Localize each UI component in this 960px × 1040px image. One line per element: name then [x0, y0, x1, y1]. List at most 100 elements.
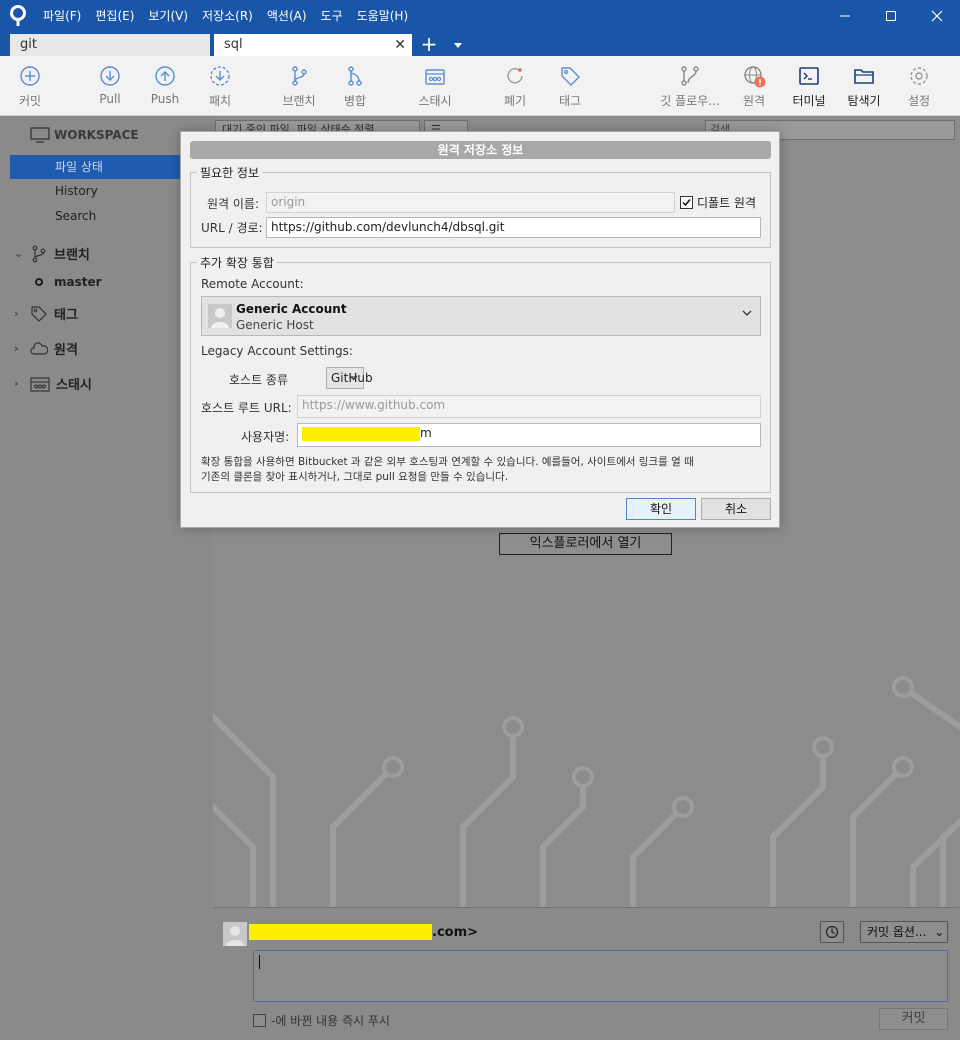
branch-icon	[292, 66, 307, 86]
tab-sql[interactable]: sql ✕	[214, 34, 412, 56]
sidebar-section-label: 원격	[54, 343, 78, 358]
tab-git[interactable]: git	[10, 34, 210, 56]
menu-repository[interactable]: 저장소(R)	[195, 0, 260, 32]
remote-name-input[interactable]: origin	[266, 192, 675, 213]
commit-tool-button[interactable]: 커밋	[0, 64, 62, 109]
minimize-button[interactable]	[822, 0, 868, 32]
url-label: URL / 경로:	[201, 221, 263, 235]
merge-tool-button[interactable]: 병합	[323, 64, 387, 109]
tab-list-dropdown[interactable]	[450, 34, 466, 56]
maximize-button[interactable]	[868, 0, 914, 32]
push-immediately-checkbox[interactable]	[253, 1014, 266, 1027]
tool-label: 원격	[742, 94, 766, 108]
patch-tool-button[interactable]: 패치	[188, 64, 252, 109]
toolbar: 커밋 Pull Push 패치 브랜치 병합 스태시 폐기 태그 깃 플로우..…	[0, 56, 960, 116]
globe-warning-icon	[744, 66, 766, 88]
commit-history-button[interactable]	[820, 921, 844, 943]
url-input[interactable]: https://github.com/devlunch4/dbsql.git	[266, 217, 761, 238]
commit-button[interactable]: 커밋	[879, 1008, 948, 1030]
tab-close-icon[interactable]: ✕	[394, 34, 406, 56]
tool-label: 패치	[208, 94, 232, 108]
workspace-label: WORKSPACE	[54, 128, 139, 142]
sidebar-section-label: 스태시	[56, 378, 92, 393]
caret-down-icon	[454, 42, 462, 48]
pull-arrow-down-icon	[100, 66, 120, 86]
default-remote-label: 디폴트 원격	[697, 196, 757, 210]
tool-label: 병합	[343, 94, 367, 108]
commit-options-dropdown[interactable]: 커밋 옵션... ⌄	[860, 921, 948, 943]
default-remote-checkbox[interactable]	[680, 196, 693, 209]
sidebar-branch-master[interactable]: master	[34, 275, 102, 289]
remote-account-select[interactable]: Generic Account Generic Host	[201, 296, 761, 336]
tag-tool-button[interactable]: 태그	[538, 64, 602, 109]
ok-button[interactable]: 확인	[626, 498, 696, 520]
sidebar-section-label: 브랜치	[54, 248, 90, 263]
group-title: 추가 확장 통합	[197, 254, 277, 271]
new-tab-button[interactable]: +	[418, 34, 440, 56]
branch-name: master	[54, 275, 102, 289]
host-type-select-face[interactable]: GitHub	[326, 367, 373, 389]
stash-box-icon	[425, 69, 445, 85]
legacy-settings-label: Legacy Account Settings:	[201, 344, 353, 358]
branch-icon	[32, 245, 46, 262]
plus-icon: +	[420, 32, 438, 56]
tool-label: 깃 플로우...	[660, 94, 720, 108]
maximize-icon	[886, 11, 896, 21]
chevron-down-icon	[349, 375, 358, 381]
current-branch-icon	[35, 278, 43, 286]
cancel-button[interactable]: 취소	[701, 498, 771, 520]
open-in-explorer-button[interactable]: 익스플로러에서 열기	[499, 533, 672, 555]
menu-tools[interactable]: 도구	[314, 0, 350, 32]
menu-help[interactable]: 도움말(H)	[350, 0, 416, 32]
merge-icon	[348, 66, 362, 86]
stash-tool-button[interactable]: 스태시	[403, 64, 467, 109]
chevron-right-icon: ›	[14, 377, 19, 390]
account-host: Generic Host	[236, 318, 314, 332]
sidebar-section-remotes[interactable]: › 원격	[14, 339, 78, 358]
clock-icon	[825, 925, 839, 939]
checkmark-icon	[682, 199, 691, 207]
menu-file[interactable]: 파일(F)	[36, 0, 88, 32]
required-info-group: 필요한 정보 원격 이름: origin 디폴트 원격 URL / 경로: ht…	[190, 164, 771, 248]
sidebar-section-tags[interactable]: › 태그	[14, 304, 78, 323]
redacted-username-block	[302, 426, 420, 441]
sidebar-section-branches[interactable]: ⌄ 브랜치	[14, 244, 90, 263]
host-root-url-input[interactable]: https://www.github.com	[297, 395, 761, 418]
push-immediately-option[interactable]: -에 바뀐 내용 즉시 푸시	[253, 1012, 390, 1029]
patch-icon	[210, 66, 230, 86]
remote-repository-dialog: 원격 저장소 정보 필요한 정보 원격 이름: origin 디폴트 원격 UR…	[180, 131, 780, 528]
window-controls	[822, 0, 960, 32]
user-silhouette-icon	[226, 926, 244, 946]
text-caret	[259, 955, 260, 969]
commit-message-input[interactable]	[253, 950, 948, 1002]
git-flow-tool-button[interactable]: 깃 플로우...	[658, 64, 722, 109]
tool-label: 태그	[558, 94, 582, 108]
menu-edit[interactable]: 편집(E)	[88, 0, 141, 32]
menu-view[interactable]: 보기(V)	[141, 0, 195, 32]
tab-label: git	[20, 37, 37, 52]
branch-tool-button[interactable]: 브랜치	[267, 64, 331, 109]
close-icon	[931, 10, 943, 22]
tag-icon	[31, 305, 47, 322]
author-avatar	[223, 922, 247, 946]
commit-plus-icon	[20, 66, 40, 86]
menu-actions[interactable]: 액션(A)	[260, 0, 314, 32]
default-remote-option[interactable]: 디폴트 원격	[680, 194, 756, 211]
remote-name-label: 원격 이름:	[207, 197, 260, 211]
close-window-button[interactable]	[914, 0, 960, 32]
tool-label: Pull	[99, 92, 121, 106]
host-type-label: 호스트 종류	[229, 373, 289, 387]
sourcetree-logo-icon	[0, 0, 36, 32]
settings-tool-button[interactable]: 설정	[887, 64, 951, 109]
discard-icon	[507, 68, 523, 84]
terminal-icon	[799, 67, 819, 85]
tool-label: 터미널	[792, 94, 826, 108]
commit-options-label: 커밋 옵션...	[867, 925, 927, 939]
sidebar-section-stashes[interactable]: › 스태시	[14, 374, 92, 393]
cloud-icon	[30, 341, 48, 355]
username-input[interactable]: m	[297, 423, 761, 447]
folder-icon	[854, 69, 874, 84]
account-name: Generic Account	[236, 302, 347, 316]
menu-bar: 파일(F) 편집(E) 보기(V) 저장소(R) 액션(A) 도구 도움말(H)	[36, 0, 415, 32]
tag-icon	[561, 67, 580, 86]
